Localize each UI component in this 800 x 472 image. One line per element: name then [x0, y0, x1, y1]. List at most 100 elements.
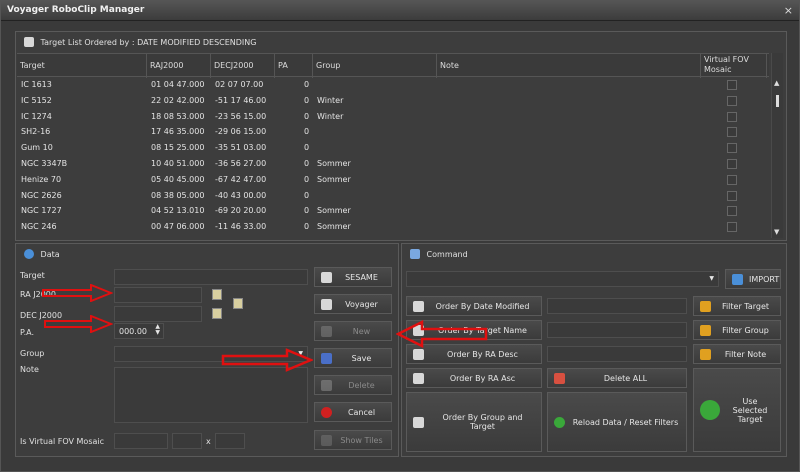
save-button[interactable]: Save — [314, 348, 392, 368]
table-row[interactable]: Henize 70 05 40 45.000 -67 42 47.00 0 Sommer — [17, 173, 769, 188]
list-icon — [413, 416, 424, 428]
table-row[interactable]: NGC 2626 08 38 05.000 -40 43 00.00 0 — [17, 189, 769, 204]
vfov-checkbox[interactable] — [727, 111, 737, 122]
order-date-button[interactable]: Order By Date Modified — [406, 296, 542, 316]
list-icon — [413, 348, 424, 360]
new-label: New — [352, 326, 371, 336]
scroll-up-icon[interactable]: ▲ — [774, 79, 779, 87]
group-label: Group — [20, 349, 45, 358]
tiles-icon — [321, 434, 332, 446]
vfov-checkbox[interactable] — [727, 222, 737, 233]
list-icon — [24, 37, 34, 47]
import-label: IMPORT — [749, 274, 780, 284]
pa-input[interactable]: 000.00 ▲ ▼ — [114, 323, 164, 339]
cancel-button[interactable]: Cancel — [314, 402, 392, 422]
col-vfov[interactable]: Virtual FOV Mosaic — [701, 54, 767, 78]
paste-ra-icon[interactable] — [212, 289, 222, 300]
import-icon — [732, 273, 743, 285]
cell-dec: -36 56 27.00 — [215, 159, 267, 168]
vfov-input[interactable] — [114, 433, 168, 449]
order-group-label: Order By Group and Target — [442, 413, 523, 431]
order-group-button[interactable]: Order By Group and Target — [406, 392, 542, 452]
vfov-checkbox[interactable] — [727, 80, 737, 90]
title-bar: Voyager RoboClip Manager × — [1, 1, 799, 21]
vfov-checkbox[interactable] — [727, 190, 737, 201]
scroll-thumb[interactable] — [776, 95, 779, 107]
delete-button[interactable]: Delete — [314, 375, 392, 395]
use-selected-target-button[interactable]: Use Selected Target — [693, 368, 781, 452]
table-row[interactable]: NGC 3347B 10 40 51.000 -36 56 27.00 0 Sommer — [17, 157, 769, 172]
table-row[interactable]: IC 1613 01 04 47.000 02 07 07.00 0 — [17, 78, 769, 93]
dec-input[interactable] — [114, 306, 202, 322]
cell-dec: -40 43 00.00 — [215, 190, 267, 200]
close-icon[interactable]: × — [784, 4, 793, 17]
voyager-button[interactable]: Voyager — [314, 294, 392, 314]
ra-input[interactable] — [114, 287, 202, 303]
filter-group-input[interactable] — [547, 322, 687, 338]
col-note[interactable]: Note — [437, 54, 701, 78]
filter-note-input[interactable] — [547, 346, 687, 362]
vfov-checkbox[interactable] — [727, 95, 737, 106]
delete-all-button[interactable]: Delete ALL — [547, 368, 687, 388]
cell-ra: 22 02 42.000 — [151, 95, 205, 105]
cell-target: SH2-16 — [21, 127, 51, 137]
pa-spinner-icon[interactable]: ▲ ▼ — [155, 324, 160, 336]
cell-group: Winter — [317, 95, 344, 105]
vfov-checkbox[interactable] — [727, 206, 737, 217]
target-input[interactable] — [114, 269, 308, 285]
cell-dec: 02 07 07.00 — [215, 80, 264, 89]
binoculars-icon — [321, 298, 332, 310]
tiles-y-input[interactable] — [215, 433, 245, 449]
cancel-icon — [321, 406, 332, 418]
vfov-checkbox[interactable] — [727, 159, 737, 169]
filter-note-button[interactable]: Filter Note — [693, 344, 781, 364]
tiles-x-input[interactable] — [172, 433, 202, 449]
table-row[interactable]: SH2-16 17 46 35.000 -29 06 15.00 0 — [17, 125, 769, 140]
reload-icon — [554, 416, 565, 428]
vfov-checkbox[interactable] — [727, 143, 737, 154]
table-row[interactable]: NGC 1727 04 52 13.010 -69 20 20.00 0 Sommer — [17, 204, 769, 219]
filter-icon — [700, 348, 711, 360]
paste-coords-icon[interactable] — [233, 298, 243, 309]
import-button[interactable]: IMPORT — [725, 269, 781, 289]
reload-button[interactable]: Reload Data / Reset Filters — [547, 392, 687, 452]
table-row[interactable]: NGC 246 00 47 06.000 -11 46 33.00 0 Sommer — [17, 220, 769, 235]
col-ra[interactable]: RAJ2000 — [147, 54, 211, 78]
cell-pa: 0 — [304, 159, 310, 168]
show-tiles-button[interactable]: Show Tiles — [314, 430, 392, 450]
scroll-down-icon[interactable]: ▼ — [774, 228, 779, 236]
new-button[interactable]: New — [314, 321, 392, 341]
note-label: Note — [20, 365, 39, 374]
target-list-title: Target List Ordered by : DATE MODIFIED D… — [40, 38, 257, 47]
filter-group-button[interactable]: Filter Group — [693, 320, 781, 340]
pa-label: P.A. — [20, 328, 34, 337]
vfov-checkbox[interactable] — [727, 127, 737, 138]
col-dec[interactable]: DECJ2000 — [211, 54, 275, 78]
cell-ra: 05 40 45.000 — [151, 174, 205, 184]
sesame-button[interactable]: SESAME — [314, 267, 392, 287]
col-pa[interactable]: PA — [275, 54, 313, 78]
cell-dec: -11 46 33.00 — [215, 222, 267, 232]
cell-target: NGC 1727 — [21, 206, 62, 216]
cell-ra: 17 46 35.000 — [151, 127, 205, 137]
cell-pa: 0 — [304, 174, 310, 184]
table-scrollbar[interactable]: ▲ ▼ — [771, 53, 783, 238]
col-target[interactable]: Target — [17, 54, 147, 78]
cell-ra: 00 47 06.000 — [151, 222, 205, 232]
paste-dec-icon[interactable] — [212, 308, 222, 319]
vfov-checkbox[interactable] — [727, 174, 737, 185]
cell-ra: 18 08 53.000 — [151, 111, 205, 121]
filter-target-button[interactable]: Filter Target — [693, 296, 781, 316]
order-ra-asc-button[interactable]: Order By RA Asc — [406, 368, 542, 388]
import-source-select[interactable]: ▼ — [406, 271, 719, 287]
table-row[interactable]: IC 5152 22 02 42.000 -51 17 46.00 0 Winter — [17, 94, 769, 109]
col-group[interactable]: Group — [313, 54, 437, 78]
delete-label: Delete — [348, 380, 375, 390]
note-textarea[interactable] — [114, 367, 308, 423]
filter-target-input[interactable] — [547, 298, 687, 314]
target-table: IC 1613 01 04 47.000 02 07 07.00 0 IC 5152 22… — [17, 78, 769, 238]
show-tiles-label: Show Tiles — [340, 435, 383, 445]
table-row[interactable]: IC 1274 18 08 53.000 -23 56 15.00 0 Winter — [17, 110, 769, 125]
annotation-arrow-pa — [44, 315, 113, 333]
table-row[interactable]: Gum 10 08 15 25.000 -35 51 03.00 0 — [17, 141, 769, 156]
